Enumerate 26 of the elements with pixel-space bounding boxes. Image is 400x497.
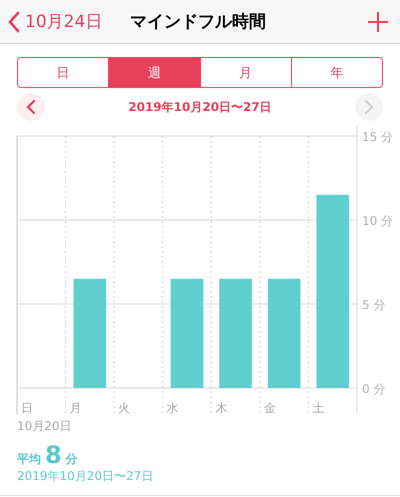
day-label: 金 xyxy=(264,401,276,415)
back-button[interactable]: 10月24日 xyxy=(8,10,102,33)
unit-label: 分 xyxy=(66,451,78,468)
period-tab[interactable]: 年 xyxy=(290,58,382,87)
day-label: 月 xyxy=(70,401,82,415)
day-label: 日 xyxy=(21,401,33,415)
period-tab[interactable]: 週 xyxy=(108,58,200,87)
add-icon[interactable] xyxy=(368,12,388,32)
axis-label: 0 分 xyxy=(362,382,386,396)
date-range: 2019年10月20日〜27日 xyxy=(128,98,272,116)
day-label: 火 xyxy=(118,401,130,415)
chevron-left-icon xyxy=(26,99,36,115)
day-label: 土 xyxy=(312,401,324,415)
day-label: 木 xyxy=(215,401,228,415)
average-label: 平均 xyxy=(17,451,41,468)
start-date: 10月20日 xyxy=(16,418,73,435)
summary-range: 2019年10月20日〜27日 xyxy=(16,468,154,485)
chevron-right-icon xyxy=(364,99,374,115)
average-value: 8 xyxy=(45,442,62,468)
axis-label: 5 分 xyxy=(362,298,386,312)
chevron-left-icon xyxy=(8,10,20,32)
axis-label: 15 分 xyxy=(362,130,394,144)
previous-button[interactable] xyxy=(17,93,45,121)
axis-label: 10 分 xyxy=(362,214,394,228)
day-label: 水 xyxy=(166,401,179,415)
screen-title: マインドフル時間 xyxy=(130,11,266,33)
